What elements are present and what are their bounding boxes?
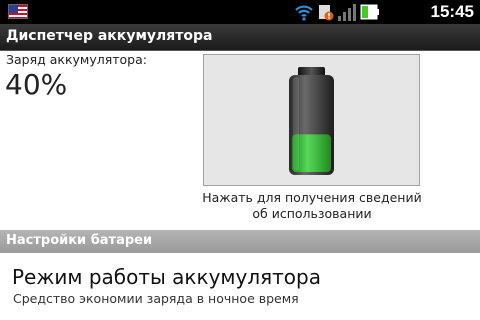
status-bar: 15:45 [0,0,480,24]
title-bar: Диспетчер аккумулятора [0,24,480,51]
status-icons [294,3,380,21]
us-flag-icon [8,4,28,19]
battery-mode-setting[interactable]: Режим работы аккумулятора Средство эконо… [0,253,480,320]
battery-icon [289,67,334,175]
warning-icon [318,3,334,21]
section-header-label: Настройки батареи [6,233,153,248]
battery-status-icon [360,4,380,20]
setting-title: Режим работы аккумулятора [12,265,321,289]
wifi-icon [294,3,314,21]
page-title: Диспетчер аккумулятора [6,28,213,44]
setting-summary: Средство экономии заряда в ночное время [13,291,299,306]
charge-label: Заряд аккумулятора: [6,52,147,67]
section-header-battery-settings: Настройки батареи [0,230,480,253]
charge-value: 40% [5,68,68,101]
status-time: 15:45 [430,2,474,21]
battery-usage-button[interactable] [203,54,420,186]
battery-caption: Нажать для получения сведений об использ… [202,190,422,221]
signal-icon [338,3,356,21]
